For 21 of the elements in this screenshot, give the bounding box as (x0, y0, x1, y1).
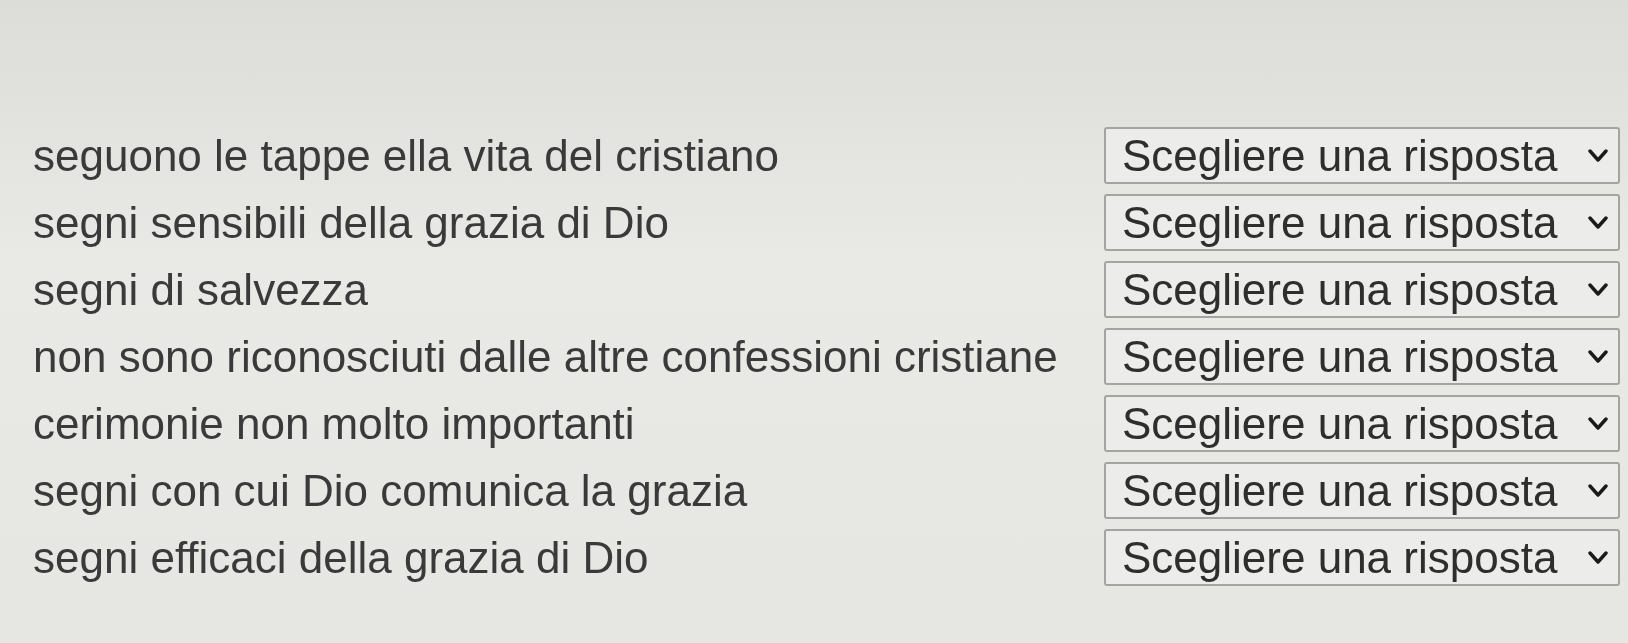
question-text: segni con cui Dio comunica la grazia (33, 464, 748, 517)
question-text: segni di salvezza (33, 263, 369, 316)
answer-dropdown[interactable]: Scegliere una risposta (1104, 395, 1620, 452)
answer-dropdown[interactable]: Scegliere una risposta (1104, 194, 1620, 251)
answer-dropdown[interactable]: Scegliere una risposta (1104, 261, 1620, 318)
chevron-down-icon (1588, 550, 1608, 565)
question-text: segni sensibili della grazia di Dio (33, 196, 669, 249)
question-text: cerimonie non molto importanti (33, 397, 635, 450)
chevron-down-icon (1588, 349, 1608, 364)
answer-dropdown[interactable]: Scegliere una risposta (1104, 462, 1620, 519)
chevron-down-icon (1588, 215, 1608, 230)
answer-dropdown[interactable]: Scegliere una risposta (1104, 328, 1620, 385)
answer-dropdown[interactable]: Scegliere una risposta (1104, 127, 1620, 184)
chevron-down-icon (1588, 483, 1608, 498)
chevron-down-icon (1588, 416, 1608, 431)
answer-dropdown[interactable]: Scegliere una risposta (1104, 529, 1620, 586)
chevron-down-icon (1588, 148, 1608, 163)
question-text: non sono riconosciuti dalle altre confessioni cristiane (33, 330, 1058, 383)
question-text: segni efficaci della grazia di Dio (33, 531, 649, 584)
chevron-down-icon (1588, 282, 1608, 297)
question-text: seguono le tappe ella vita del cristiano (33, 129, 780, 182)
